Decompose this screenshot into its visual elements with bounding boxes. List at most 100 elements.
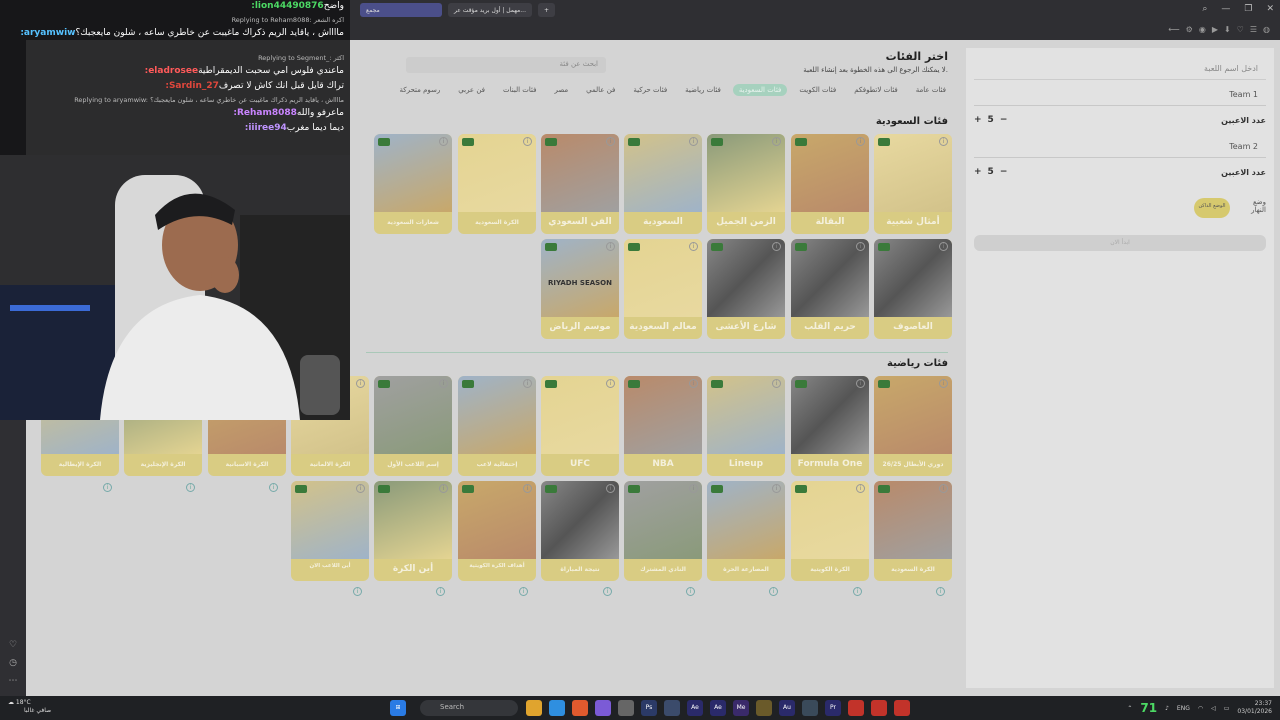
battery-icon[interactable]: ▭: [1224, 705, 1230, 712]
info-icon[interactable]: i: [856, 137, 865, 146]
info-icon[interactable]: i: [936, 587, 945, 596]
info-icon[interactable]: i: [853, 587, 862, 596]
info-icon[interactable]: i: [523, 484, 532, 493]
heart-icon[interactable]: ♡: [1237, 25, 1244, 34]
download-icon[interactable]: ⬇: [1224, 25, 1231, 34]
minimize-button[interactable]: —: [1221, 4, 1230, 14]
chat-username[interactable]: eladrosee:: [145, 66, 199, 76]
decrement-button[interactable]: −: [1000, 115, 1008, 125]
tab-mail[interactable]: مهمل | أول بريد مؤقت عر...: [448, 3, 532, 17]
category-card[interactable]: i أين الكرة: [374, 481, 452, 581]
tab-active[interactable]: مجمع: [360, 3, 442, 17]
mic-icon[interactable]: ♪: [1165, 705, 1169, 712]
info-icon[interactable]: i: [856, 379, 865, 388]
extension-icon[interactable]: ⚙: [1186, 25, 1193, 34]
category-card[interactable]: i Lineup: [707, 376, 785, 476]
category-card[interactable]: i أهداف الكرة الكويتية: [458, 481, 536, 581]
category-card[interactable]: i الفن السعودي: [541, 134, 619, 234]
info-icon[interactable]: i: [103, 483, 112, 492]
info-icon[interactable]: i: [523, 379, 532, 388]
category-card[interactable]: i العاصوف: [874, 239, 952, 339]
file-explorer-icon[interactable]: [526, 700, 542, 716]
new-tab-button[interactable]: +: [537, 3, 556, 17]
close-button[interactable]: ✕: [1266, 4, 1274, 14]
premiere-pro-icon[interactable]: Pr: [825, 700, 841, 716]
app-icon[interactable]: [756, 700, 772, 716]
category-card[interactable]: i الكرة الكويتية: [791, 481, 869, 581]
category-card[interactable]: i شعارات السعودية: [374, 134, 452, 234]
team1-name-input[interactable]: Team 1: [974, 84, 1266, 106]
team2-name-input[interactable]: Team 2: [974, 136, 1266, 158]
category-card[interactable]: i موسم الرياض RIYADH SEASON: [541, 239, 619, 339]
menu-icon[interactable]: ☰: [1250, 25, 1257, 34]
info-icon[interactable]: i: [439, 379, 448, 388]
more-icon[interactable]: ⋯: [0, 676, 26, 686]
decrement-button[interactable]: −: [1000, 167, 1008, 177]
language-indicator[interactable]: ENG: [1177, 705, 1190, 712]
info-icon[interactable]: i: [939, 484, 948, 493]
category-card[interactable]: i NBA: [624, 376, 702, 476]
visual-studio-icon[interactable]: [595, 700, 611, 716]
app-icon[interactable]: [802, 700, 818, 716]
increment-button[interactable]: +: [974, 167, 982, 177]
info-icon[interactable]: i: [353, 587, 362, 596]
category-card[interactable]: i السعودية: [624, 134, 702, 234]
kick-badge[interactable]: 71: [1140, 701, 1157, 715]
category-card[interactable]: i إحتفالية لاعب: [458, 376, 536, 476]
obs-icon[interactable]: [848, 700, 864, 716]
category-card[interactable]: i حريم القلب: [791, 239, 869, 339]
info-icon[interactable]: i: [356, 484, 365, 493]
info-icon[interactable]: i: [436, 587, 445, 596]
category-card[interactable]: i Formula One: [791, 376, 869, 476]
category-card[interactable]: i أمثال شعبية: [874, 134, 952, 234]
info-icon[interactable]: i: [689, 242, 698, 251]
history-icon[interactable]: ◷: [0, 658, 26, 668]
info-icon[interactable]: i: [686, 587, 695, 596]
info-icon[interactable]: i: [186, 483, 195, 492]
info-icon[interactable]: i: [606, 137, 615, 146]
chat-username[interactable]: iiiree94:: [245, 123, 287, 133]
premiere-icon[interactable]: Ae: [710, 700, 726, 716]
info-icon[interactable]: i: [439, 484, 448, 493]
calculator-icon[interactable]: [618, 700, 634, 716]
chat-username[interactable]: lion44490876:: [251, 1, 323, 11]
category-card[interactable]: i دوري الأبطال 26/25: [874, 376, 952, 476]
info-icon[interactable]: i: [356, 379, 365, 388]
category-card[interactable]: i أين اللاعب الان: [291, 481, 369, 581]
info-icon[interactable]: i: [439, 137, 448, 146]
info-icon[interactable]: i: [523, 137, 532, 146]
search-icon[interactable]: ⌕: [1202, 4, 1207, 14]
chat-username[interactable]: Reham8088:: [233, 108, 297, 118]
media-encoder-icon[interactable]: Me: [733, 700, 749, 716]
camera-icon[interactable]: ◉: [1199, 25, 1206, 34]
category-card[interactable]: i شارع الأعشى: [707, 239, 785, 339]
info-icon[interactable]: i: [772, 379, 781, 388]
app-icon[interactable]: [871, 700, 887, 716]
chat-username[interactable]: aryamwiw:: [20, 28, 75, 38]
start-game-button[interactable]: ابدأ الان: [974, 235, 1266, 251]
increment-button[interactable]: +: [974, 115, 982, 125]
weather-widget[interactable]: ☁ 18°C صافي غالبا: [8, 699, 51, 715]
info-icon[interactable]: i: [606, 242, 615, 251]
game-name-input[interactable]: ادخل اسم اللعبة: [974, 58, 1266, 80]
category-card[interactable]: i الزمن الجميل: [707, 134, 785, 234]
vscode-icon[interactable]: [549, 700, 565, 716]
app-icon[interactable]: [894, 700, 910, 716]
category-card[interactable]: i نتيجة المباراة: [541, 481, 619, 581]
category-card[interactable]: i إسم اللاعب الأول: [374, 376, 452, 476]
brave-icon[interactable]: [572, 700, 588, 716]
info-icon[interactable]: i: [603, 587, 612, 596]
info-icon[interactable]: i: [689, 379, 698, 388]
play-icon[interactable]: ▶: [1212, 25, 1218, 34]
after-effects-icon[interactable]: Ae: [687, 700, 703, 716]
app-icon[interactable]: [664, 700, 680, 716]
maximize-button[interactable]: ❐: [1244, 4, 1252, 14]
info-icon[interactable]: i: [606, 484, 615, 493]
chat-username[interactable]: Sardin_27:: [165, 81, 219, 91]
info-icon[interactable]: i: [689, 484, 698, 493]
audition-icon[interactable]: Au: [779, 700, 795, 716]
back-icon[interactable]: ⟵: [1168, 25, 1179, 34]
category-card[interactable]: i المصارعة الحرة: [707, 481, 785, 581]
heart-icon[interactable]: ♡: [0, 640, 26, 650]
dark-mode-toggle[interactable]: الوضع الداكن: [1194, 198, 1230, 218]
